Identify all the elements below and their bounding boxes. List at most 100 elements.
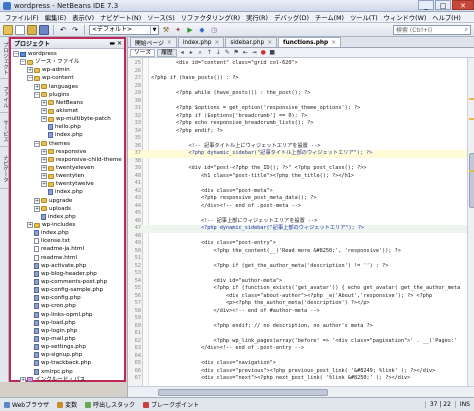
collapse-icon[interactable]: − <box>34 91 40 98</box>
tree-node[interactable]: + NetBeans <box>11 99 124 107</box>
tree-node[interactable]: wp-login.php <box>11 327 124 335</box>
tree-node[interactable]: index.php <box>11 213 124 221</box>
code-line[interactable]: 49 <div class="post-entry"> <box>128 240 474 248</box>
tree-node[interactable]: + wp-multibyte-patch <box>11 115 124 123</box>
code-line[interactable]: 56 <div class="about-author"><?php _e('A… <box>128 293 474 301</box>
tree-node[interactable]: + upgrade <box>11 197 124 205</box>
code-line[interactable]: 35 <box>128 135 474 143</box>
tree-node[interactable]: wp-comments-post.php <box>11 278 124 286</box>
tree-node[interactable]: xmlrpc.php <box>11 367 124 375</box>
tree-node[interactable]: + twentytwelve <box>11 180 124 188</box>
tree-node[interactable]: + akismet <box>11 107 124 115</box>
menu-item[interactable]: 表示(V) <box>69 13 97 22</box>
menu-item[interactable]: デバッグ(D) <box>271 13 312 22</box>
bookmark-icon[interactable]: ⚑ <box>233 49 240 56</box>
code-line[interactable]: 30 <box>128 98 474 106</box>
tree-node[interactable]: wp-cron.php <box>11 302 124 310</box>
code-line[interactable]: 54 <div id="author-meta"> <box>128 278 474 286</box>
bottom-tab-variables[interactable]: 変数 <box>57 400 77 409</box>
code-line[interactable]: 66 <div class="previous"><?php previous_… <box>128 368 474 376</box>
configuration-select[interactable]: <デフォルト> ▼ <box>89 24 159 35</box>
code-line[interactable]: 33 <?php echo responsive_breadcrumb_list… <box>128 120 474 128</box>
code-line[interactable]: 57 <p><?php the_author_meta('description… <box>128 300 474 308</box>
expand-icon[interactable]: + <box>34 197 40 204</box>
build-icon[interactable]: ⚒ <box>161 25 171 35</box>
expand-icon[interactable]: + <box>41 156 47 163</box>
tree-node[interactable]: index.php <box>11 188 124 196</box>
tree-node[interactable]: index.php <box>11 131 124 139</box>
tree-node[interactable]: wp-activate.php <box>11 262 124 270</box>
shift-left-icon[interactable]: ⇤ <box>242 49 249 56</box>
side-tab-navigator[interactable]: ナビゲータ <box>0 149 9 189</box>
stop-macro-icon[interactable]: ■ <box>269 49 276 56</box>
expand-icon[interactable]: + <box>27 67 33 74</box>
debug-icon[interactable]: ◆ <box>197 25 207 35</box>
code-line[interactable]: 41 <box>128 180 474 188</box>
new-file-icon[interactable] <box>15 24 25 35</box>
code-line[interactable]: 55 <?php if (function_exists('get_avatar… <box>128 285 474 293</box>
code-line[interactable]: 26 <box>128 68 474 76</box>
menu-item[interactable]: ファイル(F) <box>2 13 42 22</box>
tree-node[interactable]: + twentyeleven <box>11 164 124 172</box>
code-line[interactable]: 63 </div><!-- end of .post-entry --> <box>128 345 474 353</box>
expand-icon[interactable]: + <box>41 148 47 155</box>
redo-icon[interactable]: ↷ <box>70 25 80 35</box>
editor-tab[interactable]: sidebar.php × <box>225 37 278 47</box>
tree-node[interactable]: hello.php <box>11 123 124 131</box>
menu-item[interactable]: ツール(T) <box>347 13 381 22</box>
code-line[interactable]: 29 <?php while (have_posts()) : the_post… <box>128 90 474 98</box>
tree-node[interactable]: + responsive <box>11 148 124 156</box>
tree-node[interactable]: − wp-content <box>11 74 124 82</box>
scroll-thumb[interactable] <box>469 153 474 208</box>
code-line[interactable]: 50 <?php the_content(__('Read more &#825… <box>128 248 474 256</box>
tree-node[interactable]: wp-settings.php <box>11 343 124 351</box>
prev-occurrence-icon[interactable]: ↑ <box>206 49 213 56</box>
horizontal-scrollbar[interactable] <box>128 386 474 397</box>
minimize-button[interactable]: _ <box>418 0 434 10</box>
side-tab-services[interactable]: サービス <box>0 115 9 147</box>
code-line[interactable]: 43 <?php responsive_post_meta_data(); ?> <box>128 195 474 203</box>
close-tab-icon[interactable]: × <box>214 40 219 46</box>
save-all-icon[interactable] <box>39 24 49 35</box>
shift-right-icon[interactable]: ⇥ <box>251 49 258 56</box>
bottom-tab-call-stack[interactable]: 呼出しスタック <box>85 400 135 409</box>
tree-node[interactable]: wp-signup.php <box>11 351 124 359</box>
menu-item[interactable]: ヘルプ(H) <box>429 13 464 22</box>
undo-icon[interactable]: ↶ <box>58 25 68 35</box>
error-stripe-mark[interactable] <box>469 98 474 100</box>
code-line[interactable]: 59 <box>128 315 474 323</box>
code-line[interactable]: 46 <!-- 記事上部にウィジェットエリアを設置 --> <box>128 218 474 226</box>
expand-icon[interactable]: + <box>34 83 40 90</box>
code-line[interactable]: 64 <box>128 353 474 361</box>
code-line[interactable]: 51 <box>128 255 474 263</box>
code-line[interactable]: 47 <?php dynamic_sidebar("記事上部のウィジェットエリア… <box>128 225 474 233</box>
menu-item[interactable]: 実行(R) <box>243 13 271 22</box>
tree-node[interactable]: readme-ja.html <box>11 245 124 253</box>
code-line[interactable]: 28 <box>128 83 474 91</box>
tree-node[interactable]: + twentyten <box>11 172 124 180</box>
collapse-icon[interactable]: − <box>20 59 26 66</box>
source-view-tab[interactable]: ソース <box>130 48 156 57</box>
editor-tab[interactable]: functions.php × <box>278 37 342 47</box>
code-line[interactable]: 27 <?php if (have_posts()) : ?> <box>128 75 474 83</box>
code-line[interactable]: 60 <?php endif; // no description, no au… <box>128 323 474 331</box>
code-line[interactable]: 25 <div id="content" class="grid col-620… <box>128 60 474 68</box>
tree-node[interactable]: wp-config-sample.php <box>11 286 124 294</box>
tree-node[interactable]: − plugins <box>11 91 124 99</box>
code-line[interactable]: 45 <box>128 210 474 218</box>
tree-node[interactable]: wp-config.php <box>11 294 124 302</box>
expand-icon[interactable]: + <box>41 165 47 172</box>
close-tab-icon[interactable]: × <box>331 40 336 46</box>
bottom-tab-breakpoints[interactable]: ブレークポイント <box>143 400 199 409</box>
editor-tab[interactable]: 開始ページ × <box>130 37 177 47</box>
maximize-button[interactable]: □ <box>435 0 451 10</box>
menu-item[interactable]: リファクタリング(R) <box>178 13 243 22</box>
record-macro-icon[interactable]: ● <box>260 49 267 56</box>
code-line[interactable]: 48 <box>128 233 474 241</box>
search-input[interactable]: 検索 (Ctrl+I) ⌕ <box>393 24 471 35</box>
side-tab-files[interactable]: ファイル <box>0 81 9 113</box>
collapse-icon[interactable]: − <box>27 75 33 82</box>
code-line[interactable]: 61 <box>128 330 474 338</box>
menu-item[interactable]: ソース(S) <box>144 13 178 22</box>
code-line[interactable]: 44 </div><!-- end of .post-meta --> <box>128 203 474 211</box>
